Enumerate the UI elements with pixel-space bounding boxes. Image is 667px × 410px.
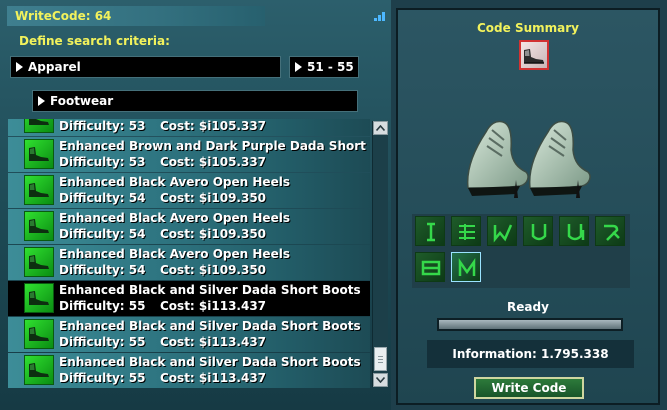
list-item[interactable]: Enhanced Black and Silver Dada Short Boo… <box>8 281 370 316</box>
item-cost: Cost: $i109.350 <box>160 263 267 277</box>
list-item[interactable]: Difficulty: 53 Cost: $i105.337 <box>8 119 370 136</box>
item-difficulty: Difficulty: 55 <box>59 299 146 313</box>
level-range-value: 51 - 55 <box>307 60 354 74</box>
item-name: Enhanced Black Avero Open Heels <box>59 175 290 189</box>
summary-panel: Code Summary Ready Information: 1.795.33… <box>391 0 667 410</box>
item-name: Enhanced Black and Silver Dada Short Boo… <box>59 319 361 333</box>
item-cost: Cost: $i113.437 <box>160 335 267 349</box>
list-item[interactable]: Enhanced Black Avero Open Heels Difficult… <box>8 173 370 208</box>
list-item[interactable]: Enhanced Black Avero Open Heels Difficult… <box>8 209 370 244</box>
boot-icon <box>29 119 49 125</box>
item-icon <box>24 119 54 133</box>
progress-bar-fill <box>439 320 621 329</box>
item-icon <box>24 211 54 241</box>
enhancement-slot[interactable] <box>487 216 517 246</box>
enhancement-slot[interactable] <box>415 216 445 246</box>
item-list: Difficulty: 53 Cost: $i105.337 Enhanced Br… <box>8 119 370 389</box>
item-cost: Cost: $i109.350 <box>160 191 267 205</box>
enhancement-u-icon <box>531 224 547 241</box>
enhancement-wedge-icon <box>458 258 476 276</box>
enhancement-slot[interactable] <box>415 252 445 282</box>
boot-icon <box>29 183 49 197</box>
enhancement-y-icon <box>604 224 620 241</box>
item-icon <box>24 139 54 169</box>
item-cost: Cost: $i113.437 <box>160 299 267 313</box>
search-panel: WriteCode: 64 Define search criteria: Ap… <box>0 0 391 410</box>
scroll-thumb[interactable] <box>374 347 387 371</box>
item-difficulty: Difficulty: 53 <box>59 155 146 169</box>
enhancement-u-bar-icon <box>567 224 585 241</box>
dropdown-arrow-icon <box>16 62 23 72</box>
enhancement-slot[interactable] <box>559 216 589 246</box>
subcategory-value: Footwear <box>50 94 114 108</box>
item-name: Enhanced Black and Silver Dada Short Boo… <box>59 355 361 369</box>
item-name: Enhanced Black and Silver Dada Short Boo… <box>59 283 361 297</box>
boot-icon <box>29 327 49 341</box>
item-icon <box>24 283 54 313</box>
scroll-down-button[interactable] <box>373 373 388 387</box>
chevron-down-icon <box>376 377 385 383</box>
item-cost: Cost: $i105.337 <box>160 155 267 169</box>
boot-icon <box>29 363 49 377</box>
subcategory-dropdown[interactable]: Footwear <box>32 90 358 112</box>
signal-strength-icon <box>374 11 388 21</box>
item-icon <box>24 355 54 385</box>
boot-icon <box>29 219 49 233</box>
list-scrollbar[interactable] <box>372 121 388 387</box>
boots-preview-image <box>466 120 591 198</box>
enhancement-w-icon <box>493 224 513 243</box>
item-icon <box>24 247 54 277</box>
information-readout: Information: 1.795.338 <box>427 340 634 368</box>
item-difficulty: Difficulty: 53 <box>59 119 146 133</box>
item-name: Enhanced Black Avero Open Heels <box>59 247 290 261</box>
item-icon <box>24 175 54 205</box>
boot-icon <box>29 147 49 161</box>
boot-icon <box>524 49 544 64</box>
item-difficulty: Difficulty: 55 <box>59 371 146 385</box>
enhancement-box-icon <box>421 260 441 276</box>
summary-title: Code Summary <box>477 21 579 35</box>
item-difficulty: Difficulty: 55 <box>59 335 146 349</box>
dropdown-arrow-icon <box>38 96 45 106</box>
search-criteria-label: Define search criteria: <box>19 34 170 48</box>
enhancement-i-icon <box>427 222 435 242</box>
write-code-button[interactable]: Write Code <box>474 377 584 399</box>
item-difficulty: Difficulty: 54 <box>59 191 146 205</box>
list-item[interactable]: Enhanced Black and Silver Dada Short Boo… <box>8 317 370 352</box>
category-value: Apparel <box>28 60 81 74</box>
level-range-dropdown[interactable]: 51 - 55 <box>289 56 359 78</box>
item-cost: Cost: $i105.337 <box>160 119 267 133</box>
enhancement-slot[interactable] <box>451 252 481 282</box>
item-name: Enhanced Brown and Dark Purple Dada Shor… <box>59 139 370 153</box>
enhancement-slot[interactable] <box>595 216 625 246</box>
list-item[interactable]: Enhanced Brown and Dark Purple Dada Shor… <box>8 137 370 172</box>
boot-icon <box>29 255 49 269</box>
dropdown-arrow-icon <box>295 62 302 72</box>
scroll-up-button[interactable] <box>373 121 388 135</box>
enhancement-lines-icon <box>459 224 475 240</box>
enhancement-slot[interactable] <box>451 216 481 246</box>
progress-bar <box>437 318 623 331</box>
list-item[interactable]: Enhanced Black and Silver Dada Short Boo… <box>8 353 370 388</box>
selected-item-icon <box>519 40 549 70</box>
chevron-up-icon <box>376 125 385 131</box>
item-difficulty: Difficulty: 54 <box>59 227 146 241</box>
status-label: Ready <box>507 300 549 314</box>
item-icon <box>24 319 54 349</box>
enhancement-grid <box>412 214 630 288</box>
item-cost: Cost: $i109.350 <box>160 227 267 241</box>
item-cost: Cost: $i113.437 <box>160 371 267 385</box>
enhancement-slot[interactable] <box>523 216 553 246</box>
category-dropdown[interactable]: Apparel <box>10 56 281 78</box>
window-title: WriteCode: 64 <box>7 6 265 26</box>
boot-icon <box>29 291 49 305</box>
summary-frame: Code Summary Ready Information: 1.795.33… <box>396 8 660 405</box>
list-item[interactable]: Enhanced Black Avero Open Heels Difficult… <box>8 245 370 280</box>
item-difficulty: Difficulty: 54 <box>59 263 146 277</box>
item-name: Enhanced Black Avero Open Heels <box>59 211 290 225</box>
